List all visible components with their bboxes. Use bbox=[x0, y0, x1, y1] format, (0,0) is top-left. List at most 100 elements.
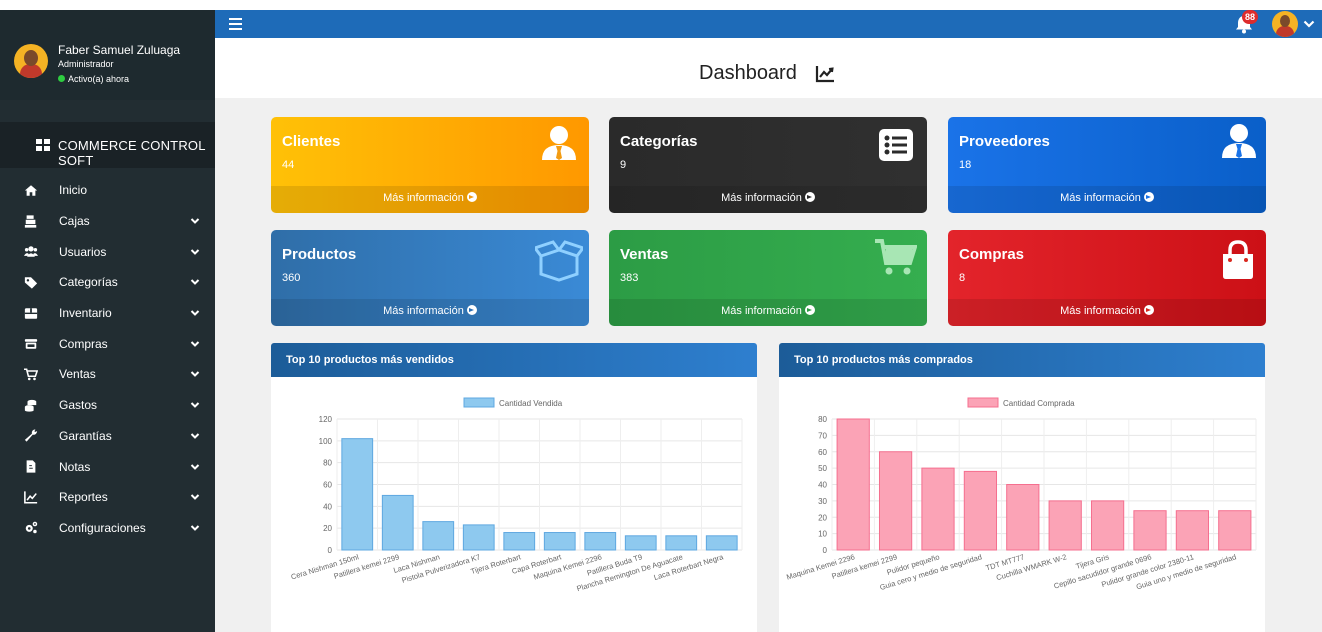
avatar[interactable] bbox=[14, 44, 48, 78]
bar bbox=[462, 524, 495, 551]
bar bbox=[543, 532, 576, 551]
y-tick-label: 20 bbox=[818, 513, 827, 522]
y-tick-label: 0 bbox=[823, 546, 828, 555]
y-tick-label: 100 bbox=[319, 437, 333, 446]
chevron-down-icon bbox=[190, 279, 200, 286]
sidebar-item-label: Inicio bbox=[59, 183, 88, 198]
y-tick-label: 40 bbox=[323, 502, 332, 511]
more-info-link[interactable]: Más información bbox=[271, 186, 589, 213]
sidebar-item-gastos[interactable]: Gastos bbox=[0, 390, 215, 421]
y-tick-label: 40 bbox=[818, 481, 827, 490]
chevron-down-icon bbox=[190, 249, 200, 255]
box-open-icon bbox=[535, 240, 583, 282]
bar bbox=[836, 418, 870, 551]
sidebar-item-label: Usuarios bbox=[59, 244, 107, 259]
bar bbox=[665, 535, 698, 551]
card-value: 9 bbox=[620, 159, 627, 171]
bar bbox=[503, 532, 536, 551]
arrow-circle-right-icon bbox=[1143, 192, 1154, 203]
stat-card-clientes: Clientes 44 Más información bbox=[271, 117, 589, 213]
sidebar-item-compras[interactable]: Compras bbox=[0, 328, 215, 359]
box-icon bbox=[24, 307, 38, 319]
arrow-circle-right-icon bbox=[1143, 305, 1154, 316]
sidebar-item-inicio[interactable]: Inicio bbox=[0, 175, 215, 206]
sidebar-item-inventario[interactable]: Inventario bbox=[0, 298, 215, 329]
more-info-link[interactable]: Más información bbox=[609, 186, 927, 213]
bar bbox=[1006, 484, 1040, 551]
y-tick-label: 50 bbox=[818, 464, 827, 473]
top-strip bbox=[0, 0, 1322, 10]
more-info-label: Más información bbox=[383, 305, 464, 317]
bar bbox=[341, 438, 374, 551]
stat-card-productos: Productos 360 Más información bbox=[271, 230, 589, 326]
chevron-down-icon bbox=[190, 463, 200, 470]
sidebar-item-label: Reportes bbox=[59, 490, 108, 505]
y-tick-label: 120 bbox=[319, 415, 333, 424]
brand-name: COMMERCE CONTROL SOFT bbox=[58, 138, 206, 168]
more-info-label: Más información bbox=[383, 192, 464, 204]
card-title: Clientes bbox=[282, 133, 341, 150]
more-info-label: Más información bbox=[721, 192, 802, 204]
sidebar-item-cajas[interactable]: Cajas bbox=[0, 206, 215, 237]
sidebar-item-usuarios[interactable]: Usuarios bbox=[0, 236, 215, 267]
more-info-link[interactable]: Más información bbox=[948, 186, 1266, 213]
card-title: Productos bbox=[282, 246, 357, 263]
card-value: 44 bbox=[282, 159, 295, 171]
sidebar-item-reportes[interactable]: Reportes bbox=[0, 482, 215, 513]
user-tie-icon bbox=[542, 126, 576, 160]
sidebar-item-garantias[interactable]: Garantías bbox=[0, 421, 215, 452]
bar bbox=[963, 470, 998, 551]
more-info-link[interactable]: Más información bbox=[609, 299, 927, 326]
chevron-down-icon bbox=[190, 525, 200, 531]
sidebar-item-label: Gastos bbox=[59, 398, 98, 413]
brand[interactable]: COMMERCE CONTROL SOFT bbox=[0, 122, 215, 168]
card-value: 360 bbox=[282, 272, 301, 284]
bar bbox=[705, 535, 738, 551]
legend-label: Cantidad Vendida bbox=[499, 399, 563, 408]
chevron-down-icon bbox=[190, 494, 200, 501]
bar bbox=[381, 494, 414, 551]
more-info-link[interactable]: Más información bbox=[948, 299, 1266, 326]
sidebar-item-configuraciones[interactable]: Configuraciones bbox=[0, 513, 215, 544]
legend-label: Cantidad Comprada bbox=[1003, 399, 1075, 408]
y-tick-label: 60 bbox=[323, 481, 332, 490]
bar bbox=[584, 532, 617, 551]
user-tie-icon bbox=[1222, 124, 1256, 158]
home-icon bbox=[24, 185, 38, 196]
user-menu-avatar[interactable] bbox=[1272, 11, 1298, 37]
sidebar-item-categorias[interactable]: Categorías bbox=[0, 267, 215, 298]
bar bbox=[921, 467, 955, 551]
panel-title: Top 10 productos más comprados bbox=[794, 354, 973, 366]
sidebar-item-notas[interactable]: Notas bbox=[0, 451, 215, 482]
online-dot-icon bbox=[58, 75, 65, 82]
card-title: Categorías bbox=[620, 133, 698, 150]
y-tick-label: 20 bbox=[323, 524, 332, 533]
chevron-down-icon[interactable] bbox=[1303, 19, 1315, 29]
coins-icon bbox=[24, 399, 37, 412]
bought-bar-chart: 01020304050607080Cantidad CompradaMaquin… bbox=[779, 377, 1265, 632]
page-header: Dashboard bbox=[215, 38, 1322, 98]
bar bbox=[1133, 510, 1167, 551]
hamburger-menu-icon[interactable] bbox=[229, 17, 242, 30]
more-info-link[interactable]: Más información bbox=[271, 299, 589, 326]
store-icon bbox=[24, 339, 38, 350]
user-status-label: Activo(a) ahora bbox=[68, 74, 130, 84]
topbar: 88 bbox=[215, 10, 1322, 38]
y-tick-label: 70 bbox=[818, 431, 827, 440]
brand-grid-icon bbox=[36, 139, 50, 151]
file-icon bbox=[26, 460, 36, 473]
y-tick-label: 60 bbox=[818, 448, 827, 457]
card-title: Compras bbox=[959, 246, 1025, 263]
bar bbox=[1175, 510, 1210, 551]
card-title: Ventas bbox=[620, 246, 669, 263]
stat-card-proveedores: Proveedores 18 Más información bbox=[948, 117, 1266, 213]
chevron-down-icon bbox=[190, 218, 200, 224]
chart-line-icon bbox=[815, 66, 834, 83]
sidebar-item-label: Inventario bbox=[59, 306, 112, 321]
page-title: Dashboard bbox=[699, 62, 797, 84]
sidebar: Faber Samuel Zuluaga Administrador Activ… bbox=[0, 10, 215, 632]
y-tick-label: 10 bbox=[818, 530, 827, 539]
users-icon bbox=[24, 246, 38, 257]
card-title: Proveedores bbox=[959, 133, 1050, 150]
sidebar-item-ventas[interactable]: Ventas bbox=[0, 359, 215, 390]
